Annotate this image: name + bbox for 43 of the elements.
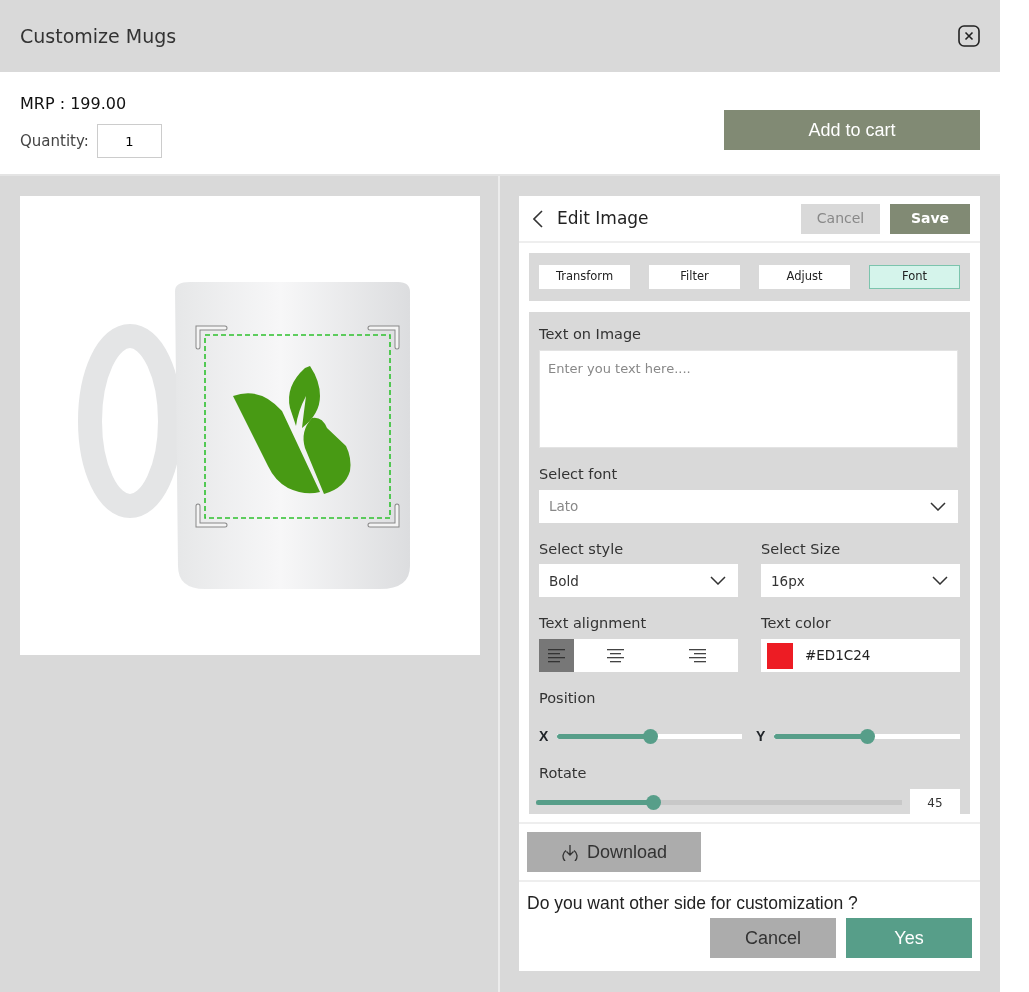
editor-title: Edit Image: [557, 206, 649, 230]
field-label: Position: [539, 689, 597, 708]
align-center-icon: [606, 648, 624, 663]
editor-tab[interactable]: Adjust: [759, 265, 850, 289]
color-field[interactable]: #ED1C24: [761, 639, 960, 672]
dropdown-field[interactable]: 16px: [761, 564, 960, 598]
axis-label: Y: [756, 726, 767, 746]
save-button[interactable]: Save: [890, 203, 970, 234]
close-button[interactable]: [958, 25, 980, 47]
quantity-label: Quantity:: [20, 130, 89, 152]
align-left-button[interactable]: [539, 639, 574, 672]
slider-thumb[interactable]: [642, 728, 658, 744]
dropdown-field[interactable]: Bold: [539, 564, 738, 598]
field-label: Select style: [539, 539, 625, 559]
editor-tab[interactable]: Filter: [649, 265, 740, 289]
field-label: Select Size: [761, 539, 842, 559]
editor-tab[interactable]: Transform: [539, 265, 630, 289]
align-left-icon: [548, 648, 565, 663]
slider-thumb[interactable]: [646, 795, 662, 810]
window-title: Customize Mugs: [20, 23, 177, 49]
text-input-field[interactable]: Enter you text here....: [539, 349, 958, 448]
chevron-down-icon: [710, 576, 726, 586]
axis-label: X: [539, 726, 550, 746]
align-right-icon: [688, 648, 706, 663]
field-label: Text alignment: [539, 614, 648, 634]
editor-tab[interactable]: Font: [869, 265, 960, 289]
price-text: MRP : 199.00: [20, 93, 128, 115]
back-button[interactable]: [533, 209, 543, 228]
confirm-question: Do you want other side for customization ?: [527, 892, 859, 915]
quantity-field[interactable]: 1: [96, 124, 162, 158]
slider-thumb[interactable]: [860, 728, 875, 744]
field-label: Rotate: [539, 763, 588, 783]
field-label: Text on Image: [539, 325, 643, 344]
download-button[interactable]: Download: [527, 832, 701, 872]
field-label: Text color: [761, 614, 832, 634]
rotate-value-field[interactable]: 45: [910, 788, 960, 817]
chevron-down-icon: [930, 501, 946, 511]
dropdown-field[interactable]: Lato: [539, 489, 958, 523]
cancel-button[interactable]: Cancel: [710, 918, 836, 959]
download-icon: [560, 843, 579, 861]
add-to-cart-button[interactable]: Add to cart: [724, 110, 980, 150]
chevron-down-icon: [932, 576, 948, 586]
field-label: Select font: [539, 464, 619, 484]
